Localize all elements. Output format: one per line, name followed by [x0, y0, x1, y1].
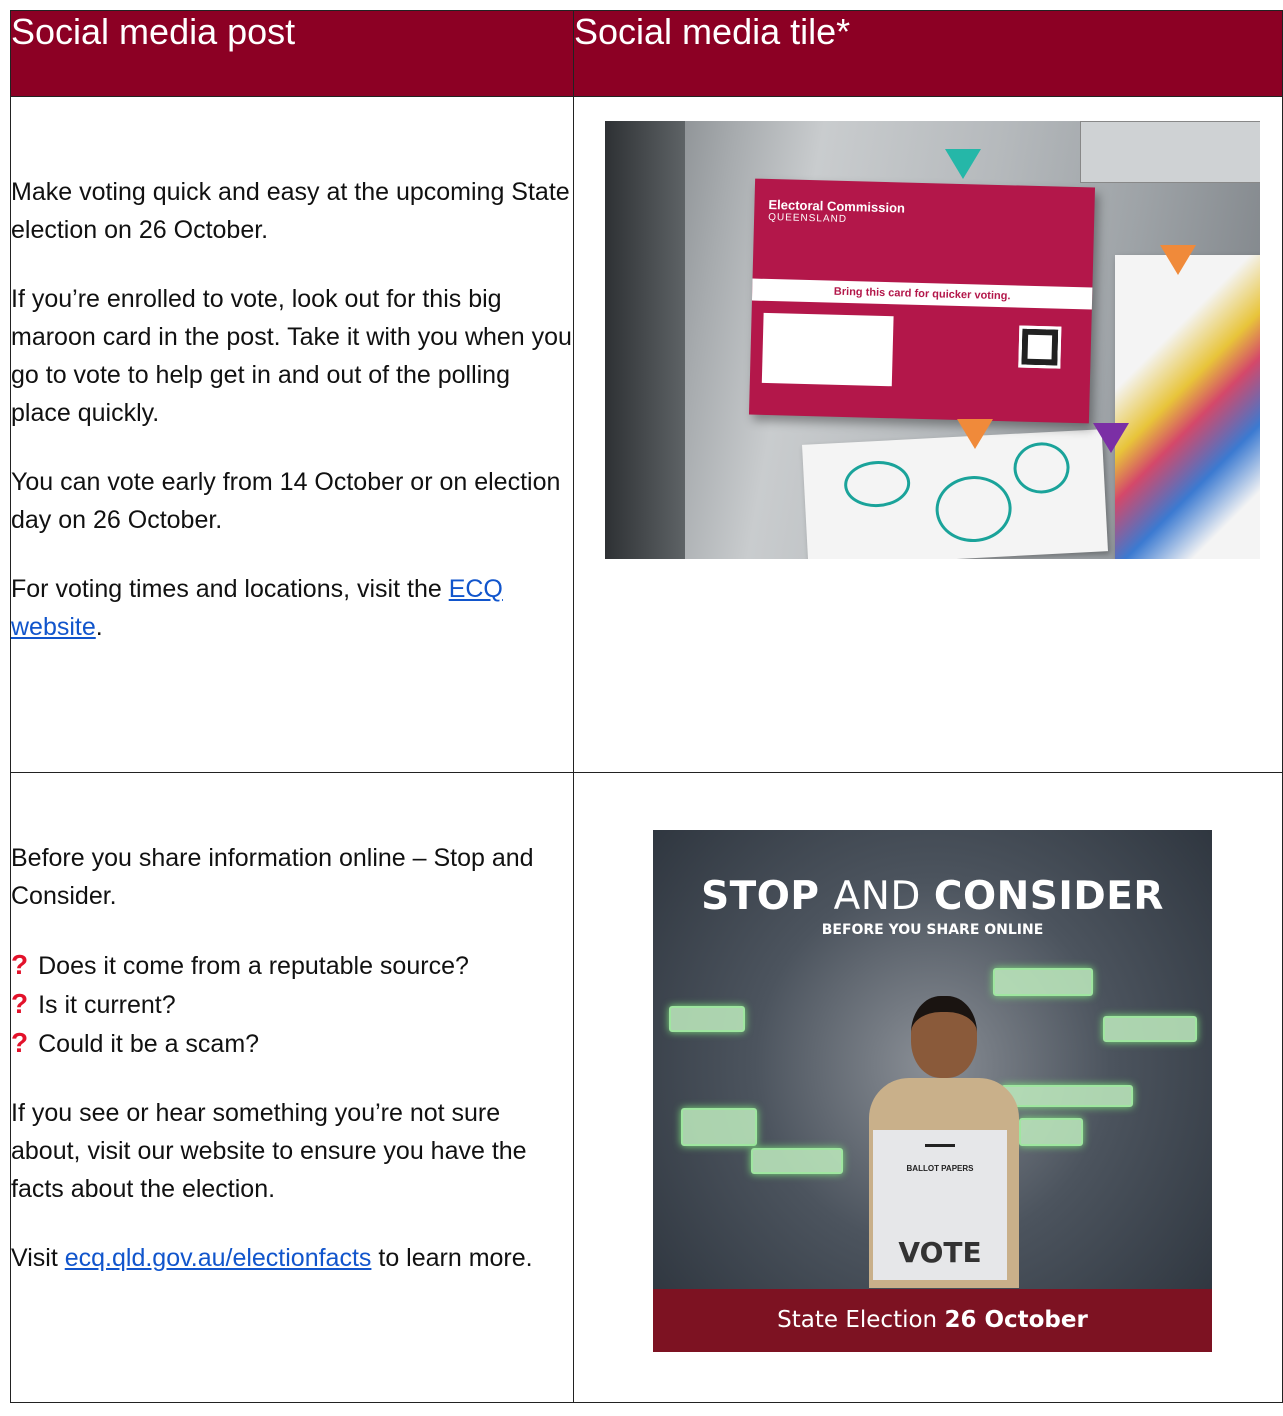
chat-bubble [681, 1108, 757, 1146]
question-list: ? Does it come from a reputable source? ?… [11, 946, 573, 1063]
post1-paragraph-4: For voting times and locations, visit th… [11, 570, 573, 646]
post2-paragraph-1: Before you share information online – St… [11, 844, 534, 910]
man-head [911, 996, 977, 1078]
ballot-slot [925, 1144, 955, 1147]
chat-bubble [1001, 1085, 1133, 1107]
voter-info-card: Electoral Commission QUEENSLAND Bring th… [748, 178, 1096, 424]
post1-paragraph-2: If you’re enrolled to vote, look out for… [11, 285, 572, 427]
orange-magnet-icon [1160, 245, 1196, 275]
question-mark-icon: ? [11, 949, 29, 980]
post1-paragraph-4-end: . [95, 613, 103, 641]
post1-paragraph-1: Make voting quick and easy at the upcomi… [11, 178, 570, 244]
chat-bubble [993, 968, 1093, 996]
ballot-box: BALLOT PAPERS VOTE [873, 1130, 1007, 1280]
post2-paragraph-3-text: Visit [11, 1244, 65, 1272]
card-band-text: Bring this card for quicker voting. [751, 278, 1093, 310]
tile-title-part: STOP [701, 874, 834, 919]
header-social-media-tile: Social media tile* [573, 10, 1283, 97]
question-mark-icon: ? [11, 1027, 29, 1058]
chat-bubble [751, 1148, 843, 1174]
post1-paragraph-3: You can vote early from 14 October or on… [11, 468, 561, 534]
electionfacts-link[interactable]: ecq.qld.gov.au/electionfacts [65, 1244, 372, 1272]
chat-bubble [1019, 1118, 1083, 1146]
list-item: ? Could it be a scam? [11, 1024, 573, 1063]
purple-magnet-icon [1093, 423, 1129, 453]
fridge-card-photo: Electoral Commission QUEENSLAND Bring th… [605, 121, 1260, 559]
fridge-control-panel [1080, 121, 1260, 183]
vote-label: VOTE [898, 1236, 982, 1269]
question-text: Could it be a scam? [38, 1030, 260, 1058]
post-cell-1: Make voting quick and easy at the upcomi… [10, 96, 574, 773]
chat-bubble [669, 1006, 745, 1032]
ballot-papers-label: BALLOT PAPERS [906, 1164, 974, 1173]
list-item: ? Is it current? [11, 985, 573, 1024]
question-mark-icon: ? [11, 988, 29, 1019]
tile-title-part: CONSIDER [933, 874, 1164, 919]
tile-footer-band: State Election 26 October [653, 1289, 1212, 1352]
tile-title-part: AND [833, 874, 934, 919]
post2-paragraph-3: Visit ecq.qld.gov.au/electionfacts to le… [11, 1239, 573, 1277]
tile-subtitle: BEFORE YOU SHARE ONLINE [821, 922, 1044, 938]
post2-paragraph-2: If you see or hear something you’re not … [11, 1099, 527, 1203]
question-text: Does it come from a reputable source? [38, 952, 469, 980]
card-address-block [761, 312, 894, 387]
question-text: Is it current? [38, 991, 176, 1019]
orange-magnet-icon [957, 419, 993, 449]
child-drawing-right [1115, 255, 1260, 559]
stop-and-consider-tile: STOP AND CONSIDER BEFORE YOU SHARE ONLIN… [653, 830, 1212, 1352]
child-drawing-bottom [802, 429, 1108, 559]
post2-paragraph-3-end: to learn more. [371, 1244, 533, 1272]
header-social-media-post: Social media post [10, 10, 574, 97]
card-commission-title: Electoral Commission QUEENSLAND [768, 197, 905, 227]
post-cell-2: Before you share information online – St… [10, 772, 574, 1403]
teal-magnet-icon [945, 149, 981, 179]
tile-title: STOP AND CONSIDER [653, 874, 1212, 919]
post1-paragraph-4-text: For voting times and locations, visit th… [11, 575, 449, 603]
tile-footer-date: 26 October [944, 1307, 1088, 1333]
list-item: ? Does it come from a reputable source? [11, 946, 573, 985]
tile-footer-text: State Election [777, 1307, 945, 1333]
chat-bubble [1103, 1016, 1197, 1042]
qr-code-icon [1018, 325, 1062, 369]
fridge-edge [605, 121, 685, 559]
